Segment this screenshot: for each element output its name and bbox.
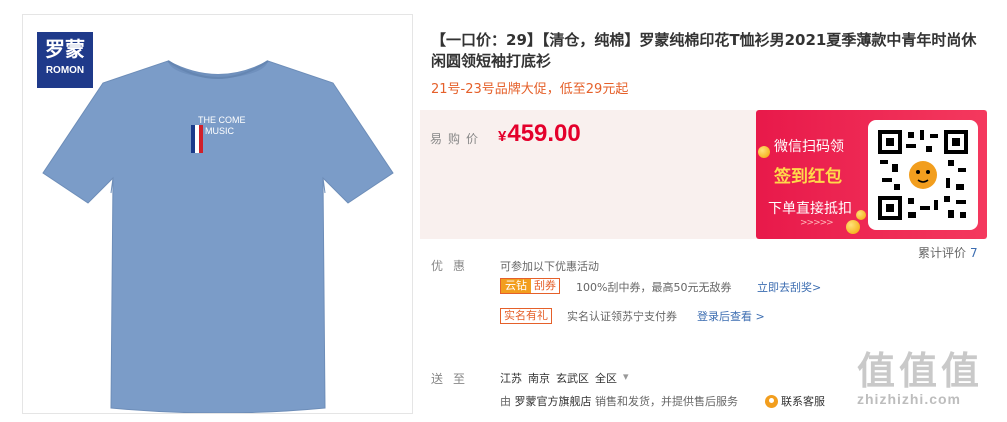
watermark-chars: 值值值 xyxy=(857,348,984,393)
seller-prefix: 由 xyxy=(500,395,511,408)
delivery-location-select[interactable]: 江苏 南京 玄武区 全区 ▾ xyxy=(500,370,629,386)
coin-icon xyxy=(758,146,770,158)
ad-arrows: >>>>> xyxy=(800,218,834,228)
shirt-print-line1: THE COME xyxy=(198,115,246,125)
qr-code-icon xyxy=(878,130,968,220)
currency-symbol: ¥ xyxy=(498,128,507,145)
shirt-print-text: THE COME MUSIC xyxy=(198,115,246,137)
coin-icon xyxy=(846,220,860,234)
shirt-print-line2: MUSIC xyxy=(205,126,234,136)
area: 全区 xyxy=(595,372,617,385)
district: 玄武区 xyxy=(556,372,589,385)
product-image[interactable]: THE COME MUSIC 罗蒙 ROMON xyxy=(22,14,413,414)
ad-line1: 微信扫码领 xyxy=(774,139,844,155)
watermark: 值值值 zhizhizhi.com xyxy=(857,340,983,407)
chevron-down-icon: ▾ xyxy=(623,370,629,383)
city: 南京 xyxy=(528,372,550,385)
realname-gift-tag: 实名有礼 xyxy=(500,308,552,324)
promo-banner-text: 21号-23号品牌大促，低至29元起 xyxy=(431,82,629,97)
scratch-tag: 刮券 xyxy=(534,279,556,292)
price-value: ¥459.00 xyxy=(498,120,581,148)
brand-logo: 罗蒙 ROMON xyxy=(37,32,93,88)
brand-logo-en: ROMON xyxy=(45,65,85,76)
qr-code[interactable] xyxy=(868,120,978,230)
login-to-view-link[interactable]: 登录后查看 > xyxy=(697,308,765,324)
wechat-qr-ad[interactable]: 微信扫码领 签到红包 下单直接抵扣 >>>>> xyxy=(756,110,987,239)
delivery-label: 送至 xyxy=(431,372,476,386)
province: 江苏 xyxy=(500,372,522,385)
coin-icon xyxy=(856,210,866,220)
ad-line3: 下单直接抵扣 xyxy=(768,201,852,217)
promotions-label: 优惠 xyxy=(431,259,476,273)
contact-service-button[interactable]: 联系客服 xyxy=(765,393,825,409)
review-label: 累计评价 xyxy=(918,246,967,260)
brand-logo-cn: 罗蒙 xyxy=(45,37,85,61)
ad-line2: 签到红包 xyxy=(774,167,842,187)
promo-desc-2: 实名认证领苏宁支付券 xyxy=(567,310,677,323)
contact-service-label: 联系客服 xyxy=(781,395,825,408)
seller-info: 由 罗蒙官方旗舰店 销售和发货，并提供售后服务 xyxy=(500,393,738,409)
promotions-intro: 可参加以下优惠活动 xyxy=(500,260,599,273)
review-count[interactable]: 累计评价 7 xyxy=(918,244,978,261)
product-title: 【一口价：29】【清仓，纯棉】罗蒙纯棉印花T恤衫男2021夏季薄款中青年时尚休闲… xyxy=(431,31,977,70)
price-amount: 459.00 xyxy=(507,120,581,147)
review-number[interactable]: 7 xyxy=(970,246,978,260)
seller-suffix: 销售和发货，并提供售后服务 xyxy=(595,395,738,408)
price-section: 易购价 ¥459.00 微信扫码领 签到红包 下单直接抵扣 >>>>> xyxy=(420,110,987,239)
customer-service-icon xyxy=(765,394,778,408)
store-name[interactable]: 罗蒙官方旗舰店 xyxy=(515,395,592,408)
price-label: 易购价 xyxy=(430,132,485,146)
tshirt-image xyxy=(42,60,394,413)
yunzuan-scratch-tag: 云钻 刮券 xyxy=(500,278,560,294)
yunzuan-tag: 云钻 xyxy=(501,279,531,293)
scratch-now-link[interactable]: 立即去刮奖> xyxy=(757,279,821,295)
promo-desc-1: 100%刮中券，最高50元无敌券 xyxy=(576,281,732,294)
